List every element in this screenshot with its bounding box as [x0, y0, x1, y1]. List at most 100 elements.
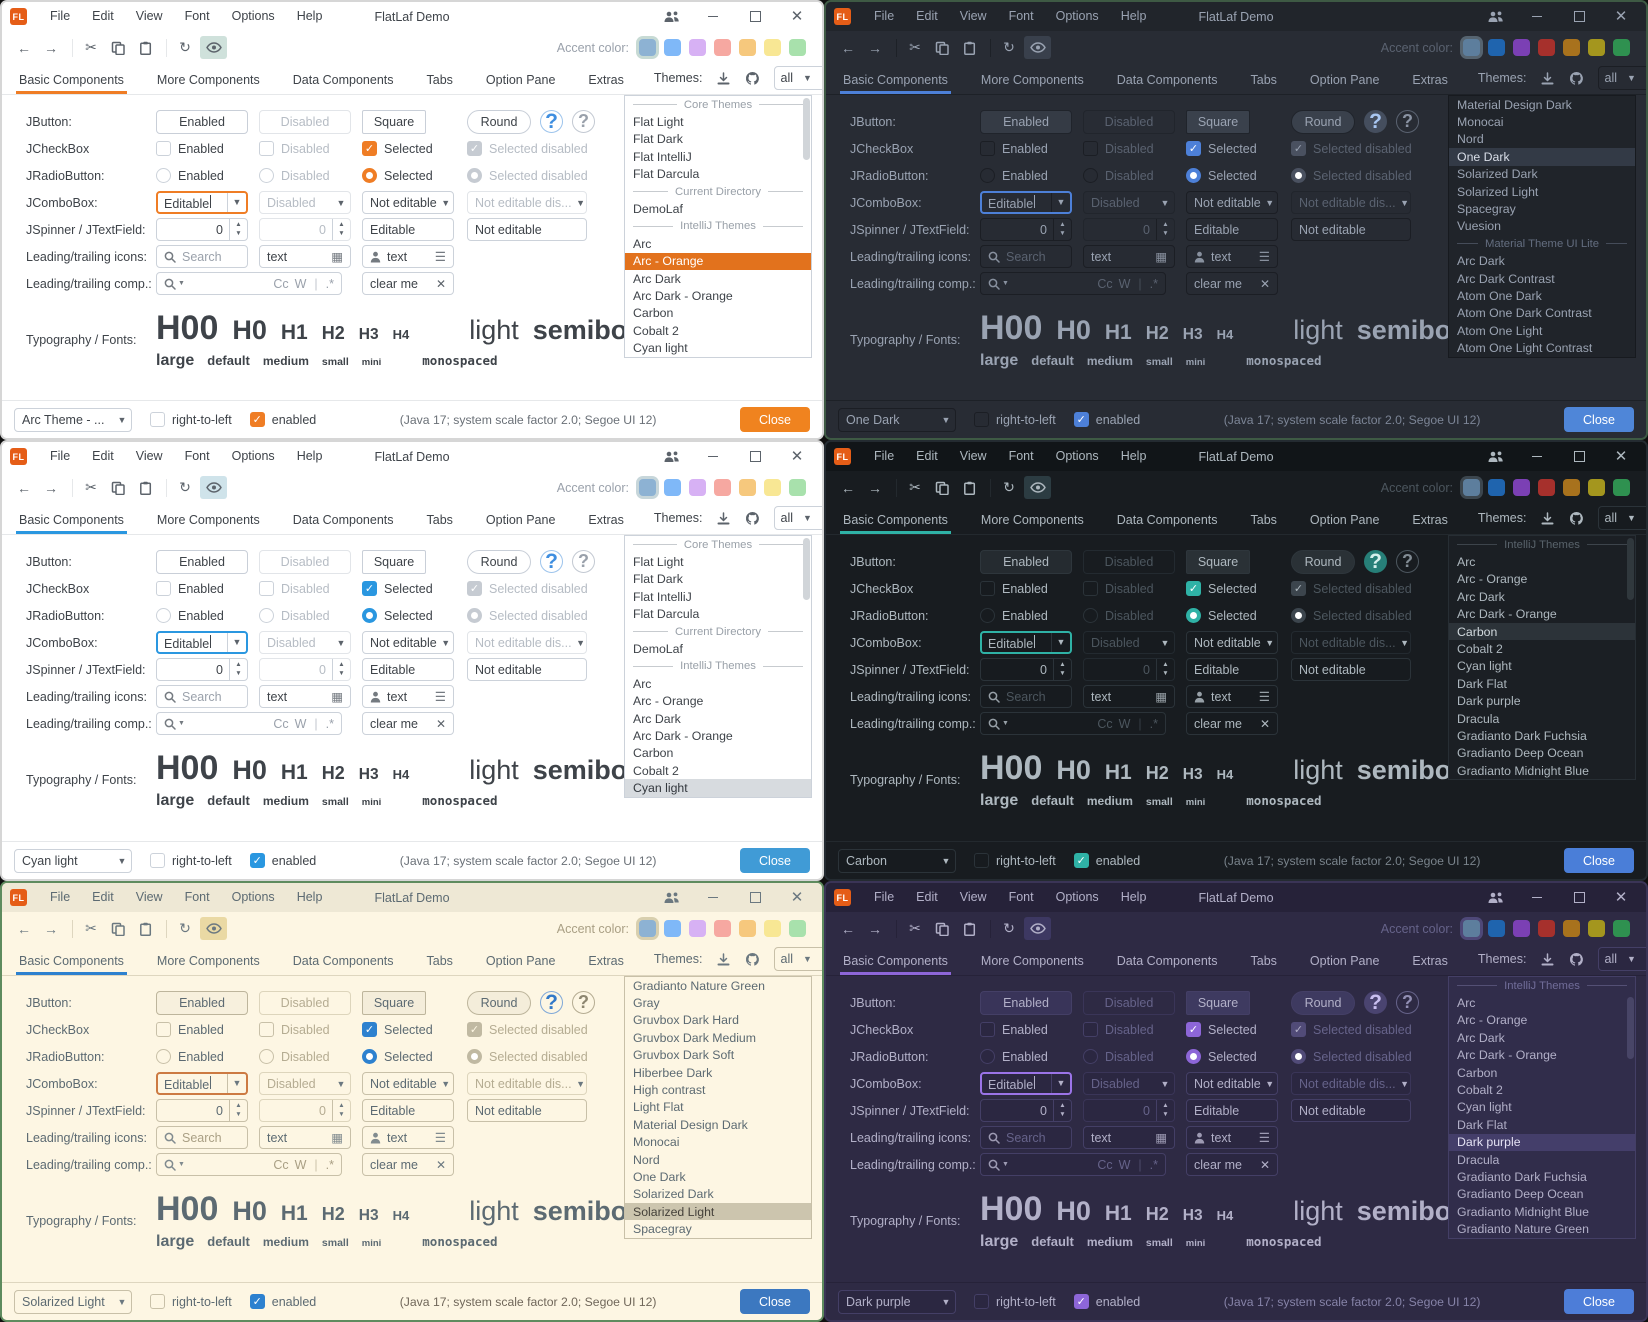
help-button[interactable]: ?: [1364, 550, 1387, 573]
accent-swatch[interactable]: [1538, 39, 1555, 56]
whole-words-toggle[interactable]: W: [295, 1158, 307, 1172]
radio-enabled[interactable]: Enabled: [980, 608, 1048, 623]
regex-toggle[interactable]: .*: [326, 277, 334, 291]
accent-swatch[interactable]: [664, 479, 681, 496]
accent-swatch[interactable]: [1463, 39, 1480, 56]
cut-icon[interactable]: ✂: [79, 476, 103, 499]
theme-list-item[interactable]: Vuesion: [1449, 218, 1635, 235]
spinner[interactable]: 0▲▼: [980, 1099, 1072, 1122]
date-input[interactable]: text ▦: [259, 685, 351, 708]
search-dropdown-icon[interactable]: ▼: [164, 718, 185, 730]
menu-item[interactable]: View: [949, 442, 998, 471]
theme-list-item[interactable]: Arc: [625, 235, 811, 252]
theme-list-item[interactable]: Flat IntelliJ: [625, 588, 811, 605]
date-input[interactable]: text ▦: [1083, 1126, 1175, 1149]
theme-combobox[interactable]: Arc Theme - ... ▼: [14, 408, 132, 432]
download-icon[interactable]: [716, 67, 732, 90]
tab[interactable]: Option Pane: [1307, 506, 1383, 534]
square-button[interactable]: Square: [362, 110, 426, 134]
close-button[interactable]: Close: [740, 1289, 810, 1314]
not-editable-combobox[interactable]: Not editable▼: [362, 191, 454, 214]
download-icon[interactable]: [1540, 948, 1556, 971]
tab[interactable]: Extras: [585, 947, 626, 975]
theme-list-item[interactable]: Atom One Dark Contrast: [1449, 305, 1635, 322]
forward-button[interactable]: →: [39, 476, 63, 499]
refresh-icon[interactable]: ↻: [173, 476, 197, 499]
not-editable-combobox[interactable]: Not editable▼: [1186, 1072, 1278, 1095]
enabled-checkbox[interactable]: ✓enabled: [250, 412, 317, 427]
theme-list-item[interactable]: Arc Dark - Orange: [625, 287, 811, 304]
tab[interactable]: More Components: [154, 947, 263, 975]
forward-button[interactable]: →: [863, 476, 887, 499]
tab[interactable]: Basic Components: [16, 947, 127, 975]
theme-list-item[interactable]: Solarized Light: [1449, 183, 1635, 200]
theme-list-item[interactable]: Cobalt 2: [1449, 640, 1635, 657]
menu-item[interactable]: View: [949, 883, 998, 912]
close-window-button[interactable]: ✕: [780, 5, 814, 29]
theme-list-item[interactable]: Spacegray: [1449, 200, 1635, 217]
date-input[interactable]: text ▦: [259, 245, 351, 268]
search-with-options-input[interactable]: ▼ Cc W | .*: [980, 1153, 1166, 1176]
accent-swatch[interactable]: [1513, 920, 1530, 937]
user-input[interactable]: text ☰: [362, 685, 454, 708]
theme-list-item[interactable]: Spacegray: [625, 1220, 811, 1237]
checkbox-enabled[interactable]: Enabled: [980, 1022, 1048, 1037]
theme-list-item[interactable]: Monocai: [625, 1134, 811, 1151]
menu-item[interactable]: Options: [1045, 883, 1110, 912]
clearable-input[interactable]: clear me ✕: [1186, 712, 1278, 735]
spinner[interactable]: 0▲▼: [156, 658, 248, 681]
tab[interactable]: Data Components: [290, 66, 397, 94]
theme-list-item[interactable]: Carbon: [625, 745, 811, 762]
checkbox-selected[interactable]: ✓Selected: [362, 581, 433, 596]
minimize-button[interactable]: [696, 445, 730, 469]
users-icon[interactable]: [1478, 5, 1512, 29]
checkbox-selected[interactable]: ✓Selected: [362, 141, 433, 156]
accent-swatch[interactable]: [1563, 479, 1580, 496]
tab[interactable]: Data Components: [290, 506, 397, 534]
theme-list-item[interactable]: Dark purple: [1449, 1134, 1635, 1151]
theme-list-item[interactable]: Dark Flat: [1449, 1116, 1635, 1133]
enabled-checkbox[interactable]: ✓enabled: [1074, 412, 1141, 427]
scrollbar-thumb[interactable]: [1627, 997, 1634, 1059]
theme-list-item[interactable]: Flat Dark: [625, 571, 811, 588]
menu-item[interactable]: Edit: [81, 442, 125, 471]
cut-icon[interactable]: ✂: [903, 476, 927, 499]
search-with-options-input[interactable]: ▼ Cc W | .*: [156, 712, 342, 735]
theme-list-item[interactable]: Gradianto Deep Ocean: [1449, 1186, 1635, 1203]
paste-icon[interactable]: [957, 36, 981, 59]
tab[interactable]: Data Components: [1114, 947, 1221, 975]
accent-swatch[interactable]: [639, 479, 656, 496]
accent-swatch[interactable]: [1613, 920, 1630, 937]
user-input[interactable]: text ☰: [1186, 685, 1278, 708]
tab[interactable]: Extras: [1409, 506, 1450, 534]
tab[interactable]: Tabs: [424, 947, 456, 975]
refresh-icon[interactable]: ↻: [997, 36, 1021, 59]
not-editable-combobox[interactable]: Not editable▼: [1186, 191, 1278, 214]
minimize-button[interactable]: [696, 886, 730, 910]
accent-swatch[interactable]: [1513, 39, 1530, 56]
close-button[interactable]: Close: [1564, 848, 1634, 873]
github-icon[interactable]: [1569, 67, 1585, 90]
search-input[interactable]: Search: [156, 685, 248, 708]
user-input[interactable]: text ☰: [1186, 245, 1278, 268]
search-dropdown-icon[interactable]: ▼: [988, 1159, 1009, 1171]
enabled-button[interactable]: Enabled: [980, 991, 1072, 1015]
tab[interactable]: Basic Components: [840, 506, 951, 534]
theme-list-item[interactable]: Monocai: [1449, 113, 1635, 130]
not-editable-combobox[interactable]: Not editable▼: [362, 1072, 454, 1095]
menu-item[interactable]: Font: [174, 442, 221, 471]
round-button[interactable]: Round: [467, 110, 531, 134]
theme-list-item[interactable]: Cyan light: [625, 339, 811, 356]
spinner[interactable]: 0▲▼: [980, 658, 1072, 681]
github-icon[interactable]: [1569, 507, 1585, 530]
theme-list-item[interactable]: Arc Dark - Orange: [1449, 1047, 1635, 1064]
accent-swatch[interactable]: [739, 479, 756, 496]
back-button[interactable]: ←: [836, 36, 860, 59]
menu-item[interactable]: Font: [998, 2, 1045, 31]
regex-toggle[interactable]: .*: [326, 717, 334, 731]
square-button[interactable]: Square: [1186, 991, 1250, 1015]
minimize-button[interactable]: [1520, 886, 1554, 910]
tab[interactable]: Option Pane: [483, 66, 559, 94]
spinner[interactable]: 0▲▼: [980, 218, 1072, 241]
menu-item[interactable]: File: [863, 2, 905, 31]
